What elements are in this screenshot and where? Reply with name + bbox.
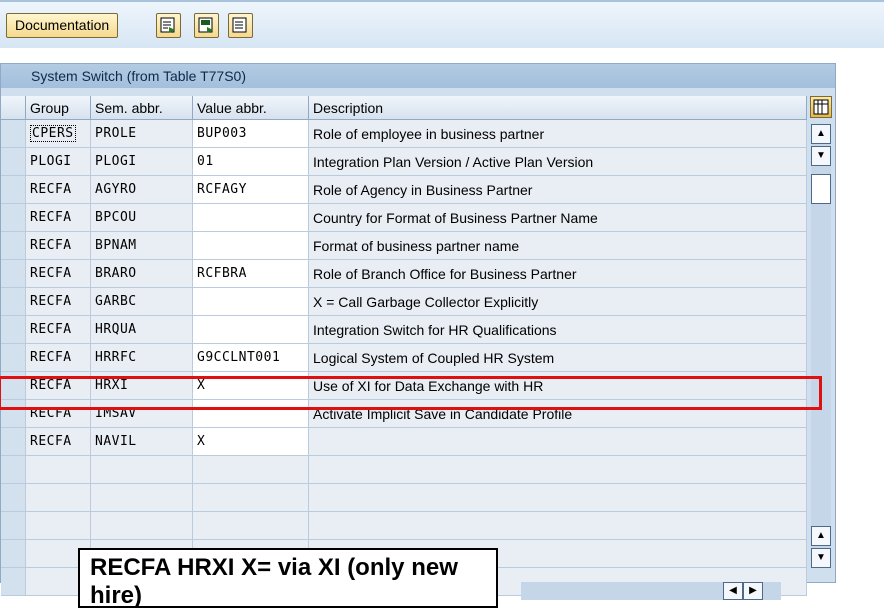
cell-value-abbr-input[interactable]: G9CCLNT001 (193, 344, 309, 372)
page-down-button[interactable]: ▼ (811, 548, 831, 568)
cell-sem-abbr (91, 512, 193, 540)
export-icon[interactable] (228, 13, 253, 38)
cell-description: Role of employee in business partner (309, 120, 807, 148)
cell-group: RECFA (26, 176, 91, 204)
column-header-group[interactable]: Group (26, 96, 91, 120)
cell-group: RECFA (26, 344, 91, 372)
system-switch-table: System Switch (from Table T77S0) Group S… (0, 63, 836, 600)
row-selector[interactable] (1, 120, 26, 148)
row-selector[interactable] (1, 176, 26, 204)
cell-description: Country for Format of Business Partner N… (309, 204, 807, 232)
cell-group: PLOGI (26, 148, 91, 176)
cell-value-abbr-input (193, 512, 309, 540)
callout-text: RECFA HRXI X= via XI (only new hire) (90, 554, 458, 608)
cell-group-focused: CPERS (30, 125, 76, 142)
cell-group: RECFA (26, 428, 91, 456)
cell-value-abbr-input[interactable]: X (193, 428, 309, 456)
cell-group (26, 456, 91, 484)
row-selector[interactable] (1, 288, 26, 316)
column-header-value-abbr[interactable]: Value abbr. (193, 96, 309, 120)
page-up-button[interactable]: ▲ (811, 526, 831, 546)
cell-group (26, 484, 91, 512)
cell-value-abbr-input[interactable] (193, 316, 309, 344)
cell-group: RECFA (26, 288, 91, 316)
cell-description (309, 484, 807, 512)
row-selector[interactable] (1, 148, 26, 176)
cell-group (26, 512, 91, 540)
export-icon[interactable] (156, 13, 181, 38)
row-selector[interactable] (1, 540, 26, 568)
cell-group: RECFA (26, 316, 91, 344)
export-icon[interactable] (194, 13, 219, 38)
cell-sem-abbr (91, 456, 193, 484)
cell-sem-abbr (91, 484, 193, 512)
documentation-button[interactable]: Documentation (6, 13, 119, 38)
cell-description: Integration Plan Version / Active Plan V… (309, 148, 807, 176)
cell-description: Logical System of Coupled HR System (309, 344, 807, 372)
cell-sem-abbr: HRRFC (91, 344, 193, 372)
horizontal-scrollbar[interactable]: ◀ ▶ (521, 582, 781, 600)
cell-value-abbr-input[interactable] (193, 204, 309, 232)
cell-description (309, 456, 807, 484)
row-selector[interactable] (1, 512, 26, 540)
cell-description: Integration Switch for HR Qualifications (309, 316, 807, 344)
cell-sem-abbr: BPCOU (91, 204, 193, 232)
table-settings-button[interactable] (810, 96, 832, 118)
row-selector[interactable] (1, 456, 26, 484)
cell-description: Role of Agency in Business Partner (309, 176, 807, 204)
cell-value-abbr-input[interactable]: 01 (193, 148, 309, 176)
cell-sem-abbr: BPNAM (91, 232, 193, 260)
vertical-scrollbar[interactable]: ▲ ▼ ▲ ▼ (811, 124, 831, 568)
scroll-right-button[interactable]: ▶ (743, 582, 763, 600)
row-selector[interactable] (1, 484, 26, 512)
cell-value-abbr-input[interactable]: RCFBRA (193, 260, 309, 288)
cell-sem-abbr: GARBC (91, 288, 193, 316)
cell-sem-abbr: AGYRO (91, 176, 193, 204)
row-selector[interactable] (1, 260, 26, 288)
scroll-left-button[interactable]: ◀ (723, 582, 743, 600)
cell-group: RECFA (26, 232, 91, 260)
row-selector[interactable] (1, 232, 26, 260)
cell-sem-abbr: PLOGI (91, 148, 193, 176)
cell-sem-abbr: PROLE (91, 120, 193, 148)
cell-value-abbr-input[interactable] (193, 288, 309, 316)
row-selector[interactable] (1, 204, 26, 232)
cell-sem-abbr: NAVIL (91, 428, 193, 456)
cell-group: CPERS (26, 120, 91, 148)
cell-value-abbr-input[interactable]: RCFAGY (193, 176, 309, 204)
scroll-thumb[interactable] (811, 174, 831, 204)
row-selector[interactable] (1, 344, 26, 372)
cell-description (309, 512, 807, 540)
highlight-box-hrxi-row (0, 376, 822, 410)
cell-value-abbr-input[interactable] (193, 232, 309, 260)
cell-sem-abbr: BRARO (91, 260, 193, 288)
row-selector[interactable] (1, 316, 26, 344)
application-toolbar: Documentation (0, 0, 884, 48)
cell-value-abbr-input[interactable]: BUP003 (193, 120, 309, 148)
cell-group: RECFA (26, 260, 91, 288)
annotation-callout: RECFA HRXI X= via XI (only new hire) (78, 548, 498, 608)
cell-description: X = Call Garbage Collector Explicitly (309, 288, 807, 316)
cell-description (309, 428, 807, 456)
cell-sem-abbr: HRQUA (91, 316, 193, 344)
select-all-button[interactable] (1, 96, 26, 120)
cell-group: RECFA (26, 204, 91, 232)
table-title: System Switch (from Table T77S0) (1, 64, 835, 88)
cell-value-abbr-input (193, 484, 309, 512)
row-selector[interactable] (1, 568, 26, 596)
table-settings-icon (813, 99, 829, 115)
column-header-description[interactable]: Description (309, 96, 807, 120)
row-selector[interactable] (1, 428, 26, 456)
cell-description: Format of business partner name (309, 232, 807, 260)
cell-description: Role of Branch Office for Business Partn… (309, 260, 807, 288)
scroll-up-button[interactable]: ▲ (811, 124, 831, 144)
scroll-down-button[interactable]: ▼ (811, 146, 831, 166)
cell-value-abbr-input (193, 456, 309, 484)
column-header-sem-abbr[interactable]: Sem. abbr. (91, 96, 193, 120)
